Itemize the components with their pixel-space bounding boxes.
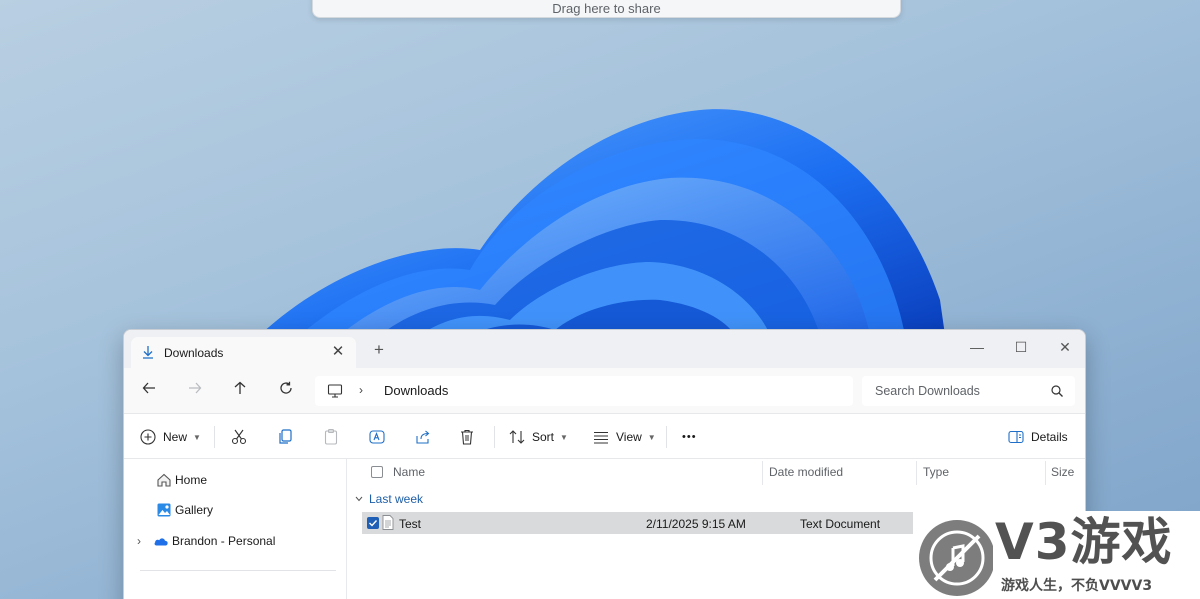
new-button[interactable]: New ▼ (139, 427, 201, 447)
rename-icon (369, 430, 385, 444)
file-name: Test (399, 517, 422, 531)
command-bar: New ▼ Sort ▼ View ▼ ••• Details (124, 414, 1085, 459)
file-date-modified: 2/11/2025 9:15 AM (646, 517, 746, 531)
tab-downloads[interactable]: Downloads ✕ (131, 337, 356, 368)
sidebar-item-label: Gallery (175, 503, 214, 517)
cut-button[interactable] (230, 427, 248, 447)
chevron-right-icon: › (359, 383, 363, 397)
breadcrumb-downloads[interactable]: Downloads (384, 383, 448, 398)
tab-label: Downloads (164, 346, 224, 360)
sidebar-item-home[interactable]: Home (124, 468, 346, 492)
more-options-button[interactable]: ••• (682, 427, 697, 447)
minimize-button[interactable]: — (964, 336, 990, 360)
download-icon (143, 346, 153, 359)
details-label: Details (1031, 430, 1068, 444)
row-checkbox[interactable] (367, 517, 379, 529)
back-button[interactable] (136, 378, 162, 404)
details-button[interactable]: Details (1007, 427, 1068, 447)
new-label: New (163, 430, 188, 444)
chevron-down-icon: ▼ (647, 432, 656, 442)
checkmark-icon (369, 520, 378, 527)
chevron-down-icon: ▼ (560, 432, 568, 442)
column-name-label: Name (393, 465, 426, 479)
table-row[interactable]: Test 2/11/2025 9:15 AM Text Document (362, 512, 913, 534)
onedrive-icon (154, 538, 168, 546)
view-label: View (616, 430, 642, 444)
search-icon (1051, 385, 1063, 397)
divider (494, 426, 495, 448)
copy-button[interactable] (276, 427, 294, 447)
column-size-label: Size (1051, 465, 1075, 479)
sort-button[interactable]: Sort ▼ (508, 427, 568, 447)
maximize-button[interactable]: ☐ (1008, 336, 1034, 360)
paste-button[interactable] (322, 427, 340, 447)
group-label: Last week (369, 492, 424, 506)
clipboard-icon (324, 428, 338, 445)
text-document-icon (382, 515, 394, 530)
divider (666, 426, 667, 448)
share-button[interactable] (414, 427, 432, 447)
navigation-pane: Home Gallery › Brandon - Personal (124, 459, 346, 599)
up-button[interactable] (227, 378, 253, 404)
scissors-icon (231, 429, 247, 445)
search-input[interactable]: Search Downloads (862, 376, 1075, 406)
arrow-up-icon (234, 381, 246, 394)
column-type-label: Type (923, 465, 950, 479)
details-pane-icon (1008, 430, 1024, 444)
copy-icon (279, 429, 292, 444)
arrow-left-icon (142, 382, 155, 394)
new-tab-button[interactable]: + (371, 341, 387, 358)
file-type: Text Document (800, 517, 881, 531)
forward-button[interactable] (182, 378, 208, 404)
watermark-slogan: 游戏人生，不负VVVV3 (993, 575, 1200, 599)
divider (1045, 461, 1046, 485)
select-all-checkbox[interactable] (371, 466, 383, 478)
gallery-icon (157, 503, 171, 517)
watermark: V3游戏 游戏人生，不负VVVV3 (917, 511, 1200, 599)
view-list-icon (594, 431, 608, 444)
group-header-last-week[interactable]: Last week (355, 492, 423, 506)
column-header-size[interactable]: Size (1051, 459, 1081, 485)
chevron-down-icon: ▼ (193, 432, 201, 442)
delete-button[interactable] (458, 427, 476, 447)
sort-icon (509, 430, 525, 444)
column-date-label: Date modified (769, 465, 844, 479)
watermark-logo-icon (919, 520, 995, 596)
chevron-down-icon (355, 496, 363, 502)
share-bar-text: Drag here to share (552, 1, 661, 16)
divider (762, 461, 763, 485)
breadcrumb[interactable]: › Downloads (315, 376, 853, 406)
title-bar: Downloads ✕ + — ☐ ✕ (124, 330, 1085, 368)
trash-icon (461, 429, 473, 445)
arrow-right-icon (189, 382, 202, 394)
sidebar-item-label: Brandon - Personal (172, 534, 276, 548)
view-button[interactable]: View ▼ (592, 427, 656, 447)
this-pc-icon (327, 384, 343, 398)
drag-to-share-bar[interactable]: Drag here to share (312, 0, 901, 18)
close-window-button[interactable]: ✕ (1052, 336, 1078, 360)
sidebar-item-gallery[interactable]: Gallery (124, 498, 346, 522)
close-tab-icon[interactable]: ✕ (329, 343, 347, 361)
search-placeholder: Search Downloads (875, 384, 980, 398)
watermark-brand: V3游戏 (993, 511, 1200, 577)
column-header-date[interactable]: Date modified (769, 459, 914, 485)
sidebar-item-onedrive[interactable]: › Brandon - Personal (124, 529, 346, 553)
home-icon (157, 473, 171, 487)
refresh-button[interactable] (273, 378, 299, 404)
chevron-right-icon[interactable]: › (137, 534, 153, 548)
rename-button[interactable] (368, 427, 386, 447)
sidebar-item-label: Home (175, 473, 208, 487)
address-bar: › Downloads Search Downloads (124, 368, 1085, 414)
plus-circle-icon (140, 429, 156, 445)
more-icon: ••• (682, 431, 697, 443)
share-icon (416, 430, 430, 444)
divider (140, 570, 336, 571)
divider (214, 426, 215, 448)
refresh-icon (280, 381, 292, 394)
column-header-name[interactable]: Name (371, 459, 641, 485)
divider (916, 461, 917, 485)
column-header-type[interactable]: Type (923, 459, 1043, 485)
sort-label: Sort (532, 430, 555, 444)
